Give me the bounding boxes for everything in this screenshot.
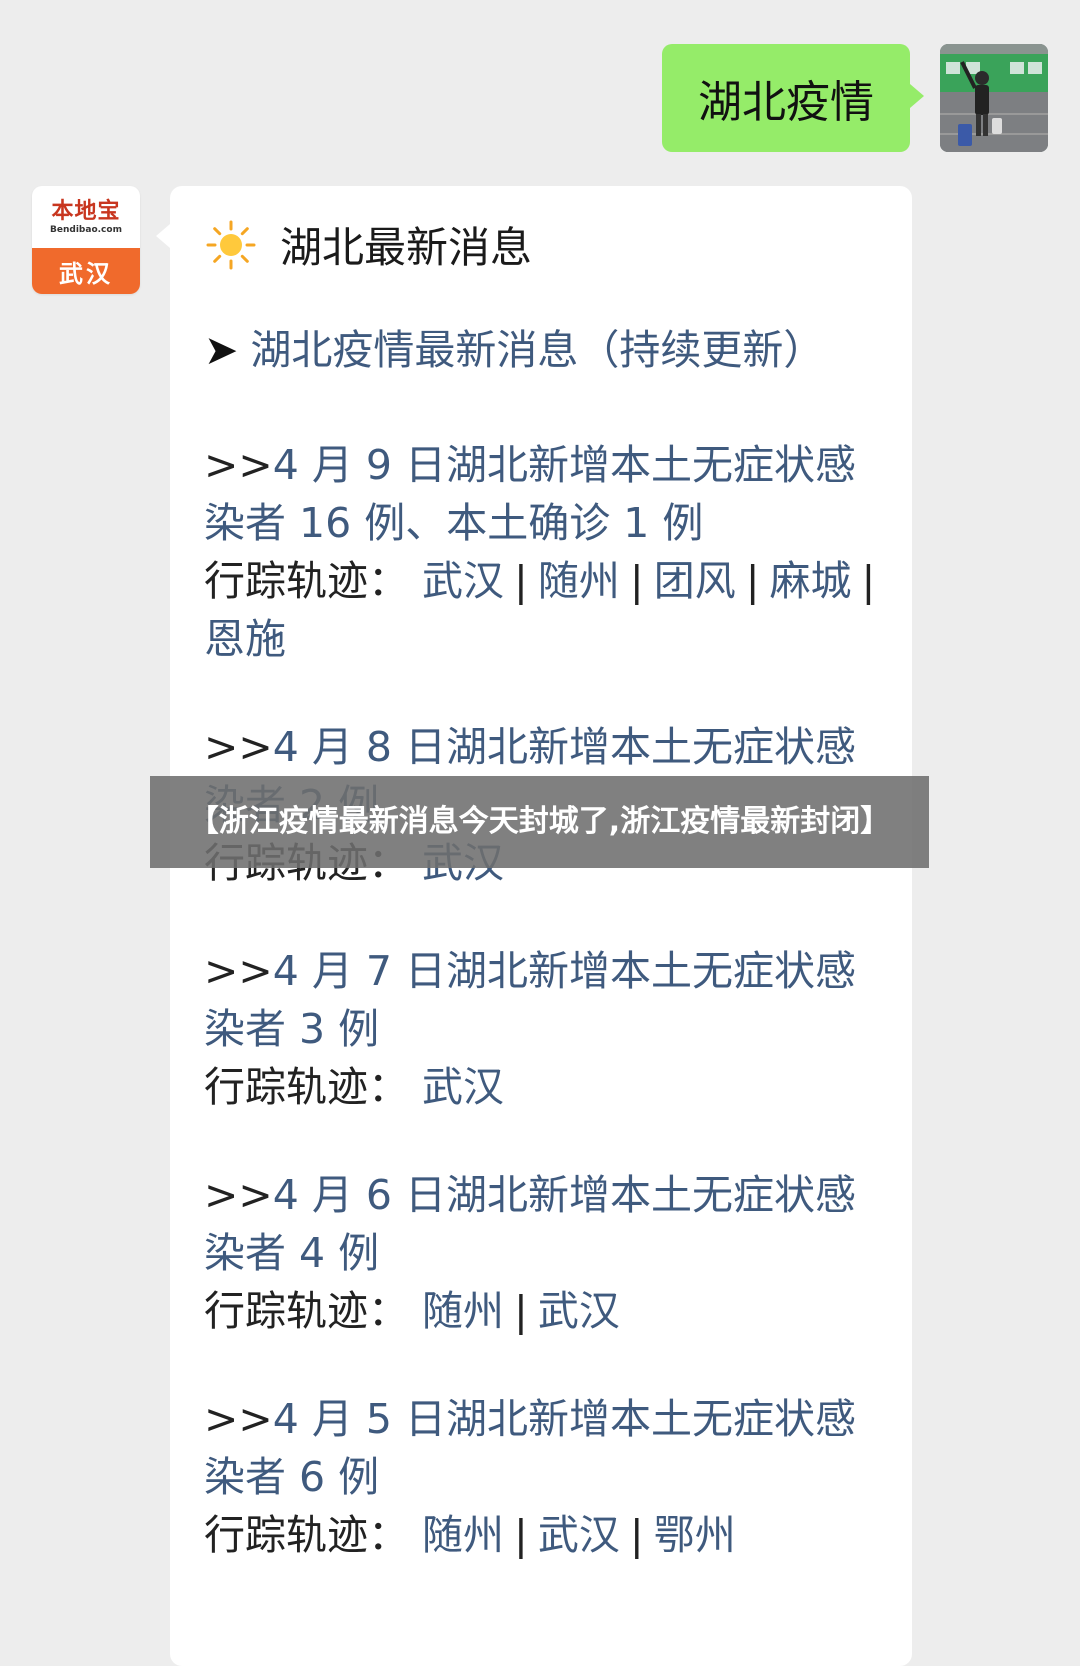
headline-link[interactable]: ➤ 湖北疫情最新消息（持续更新） xyxy=(204,316,824,376)
entry-prefix: >> xyxy=(204,1171,273,1219)
separator: | xyxy=(514,557,528,605)
outgoing-message-text: 湖北疫情 xyxy=(698,77,874,128)
track-line: 行踪轨迹： 武汉 | 随州 | 团风 | 麻城 |恩施 xyxy=(204,552,894,668)
user-photo-icon xyxy=(940,44,1048,152)
report-entry: >>4 月 7 日湖北新增本土无症状感染者 3 例 行踪轨迹： 武汉 xyxy=(204,942,894,1116)
track-line: 行踪轨迹： 随州 | 武汉 xyxy=(204,1282,894,1340)
card-header: 湖北最新消息 xyxy=(206,214,532,275)
track-line: 行踪轨迹： 随州 | 武汉 | 鄂州 xyxy=(204,1506,894,1564)
article-title: 【浙江疫情最新消息今天封城了,浙江疫情最新封闭】 xyxy=(188,804,891,839)
headline-text: 湖北疫情最新消息（持续更新） xyxy=(250,326,825,374)
entry-prefix: >> xyxy=(204,1395,273,1443)
avatar-domain: Bendibao.com xyxy=(50,225,122,235)
sun-icon xyxy=(206,220,256,269)
report-line[interactable]: >>4 月 9 日湖北新增本土无症状感染者 16 例、本土确诊 1 例 xyxy=(204,436,894,552)
report-entry: >>4 月 9 日湖北新增本土无症状感染者 16 例、本土确诊 1 例 行踪轨迹… xyxy=(204,436,894,668)
avatar-brand: 本地宝 xyxy=(51,198,121,224)
place-link[interactable]: 恩施 xyxy=(204,615,286,663)
entry-prefix: >> xyxy=(204,441,273,489)
track-line: 行踪轨迹： 武汉 xyxy=(204,1058,894,1116)
report-text: 4 月 6 日湖北新增本土无症状感染者 4 例 xyxy=(204,1171,856,1277)
user-avatar[interactable] xyxy=(940,44,1048,152)
bendibao-avatar[interactable]: 本地宝 Bendibao.com 武汉 xyxy=(32,186,140,294)
separator: | xyxy=(745,557,760,605)
card-title: 湖北最新消息 xyxy=(280,223,533,272)
place-link[interactable]: 武汉 xyxy=(538,1287,620,1335)
report-entry: >>4 月 5 日湖北新增本土无症状感染者 6 例 行踪轨迹： 随州 | 武汉 | 鄂州 xyxy=(204,1390,894,1564)
report-entry: >>4 月 6 日湖北新增本土无症状感染者 4 例 行踪轨迹： 随州 | 武汉 xyxy=(204,1166,894,1340)
place-link[interactable]: 武汉 xyxy=(422,557,504,605)
place-link[interactable]: 麻城 xyxy=(770,557,852,605)
track-label: 行踪轨迹： xyxy=(204,1287,409,1335)
avatar-city: 武汉 xyxy=(32,248,140,294)
report-line[interactable]: >>4 月 7 日湖北新增本土无症状感染者 3 例 xyxy=(204,942,894,1058)
separator: | xyxy=(514,1511,528,1559)
separator: | xyxy=(514,1287,528,1335)
separator: | xyxy=(861,557,876,605)
separator: | xyxy=(629,1511,644,1559)
article-title-overlay: 【浙江疫情最新消息今天封城了,浙江疫情最新封闭】 xyxy=(150,776,929,868)
report-text: 4 月 9 日湖北新增本土无症状感染者 16 例、本土确诊 1 例 xyxy=(204,441,856,547)
report-text: 4 月 5 日湖北新增本土无症状感染者 6 例 xyxy=(204,1395,856,1501)
place-link[interactable]: 随州 xyxy=(422,1287,504,1335)
track-label: 行踪轨迹： xyxy=(204,1063,409,1111)
report-line[interactable]: >>4 月 5 日湖北新增本土无症状感染者 6 例 xyxy=(204,1390,894,1506)
entry-prefix: >> xyxy=(204,723,273,771)
place-link[interactable]: 武汉 xyxy=(422,1063,504,1111)
arrow-icon: ➤ xyxy=(204,326,239,374)
place-link[interactable]: 随州 xyxy=(422,1511,504,1559)
place-link[interactable]: 随州 xyxy=(538,557,620,605)
outgoing-message-bubble[interactable]: 湖北疫情 xyxy=(662,44,924,152)
separator: | xyxy=(629,557,644,605)
place-link[interactable]: 鄂州 xyxy=(654,1511,736,1559)
incoming-message-card[interactable]: 湖北最新消息 ➤ 湖北疫情最新消息（持续更新） >>4 月 9 日湖北新增本土无症… xyxy=(156,186,912,1666)
entry-prefix: >> xyxy=(204,947,273,995)
track-label: 行踪轨迹： xyxy=(204,557,409,605)
place-link[interactable]: 团风 xyxy=(654,557,736,605)
report-text: 4 月 7 日湖北新增本土无症状感染者 3 例 xyxy=(204,947,856,1053)
place-link[interactable]: 武汉 xyxy=(538,1511,620,1559)
track-label: 行踪轨迹： xyxy=(204,1511,409,1559)
report-line[interactable]: >>4 月 6 日湖北新增本土无症状感染者 4 例 xyxy=(204,1166,894,1282)
